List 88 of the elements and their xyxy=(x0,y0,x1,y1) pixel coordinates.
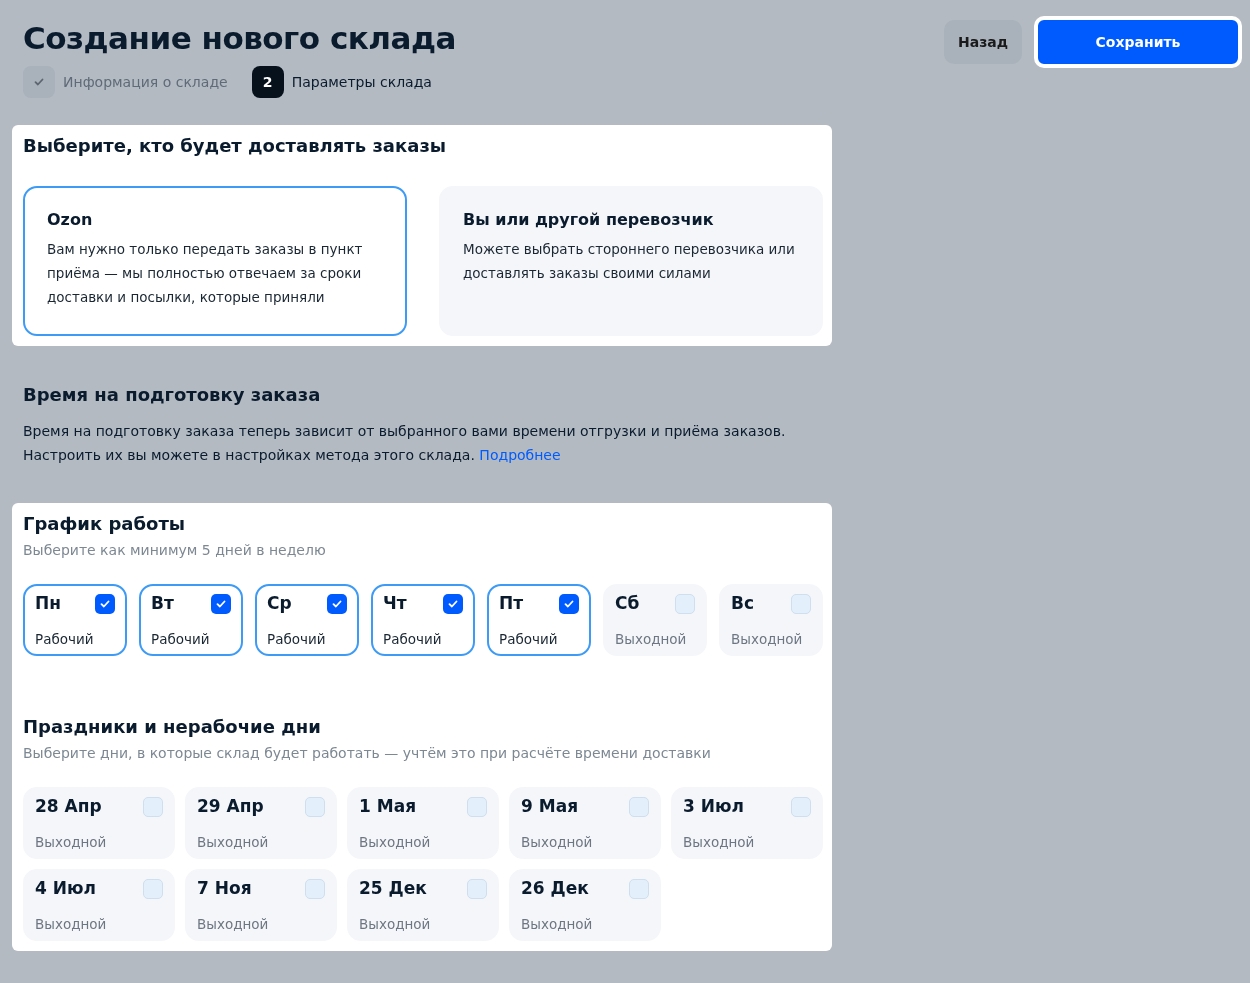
day-status: Рабочий xyxy=(383,631,442,647)
day-status: Выходной xyxy=(521,916,593,932)
checkbox[interactable] xyxy=(95,594,115,614)
section-title: Праздники и нерабочие дни xyxy=(23,716,322,737)
day-status: Рабочий xyxy=(267,631,326,647)
day-name: Пт xyxy=(499,593,524,613)
day-card[interactable]: Чт Рабочий xyxy=(371,584,475,656)
option-description: Можете выбрать стороннего перевозчика или доставлять заказы своими силами xyxy=(463,240,796,283)
day-card[interactable]: 29 Апр Выходной xyxy=(185,787,337,859)
checkbox[interactable] xyxy=(143,879,163,899)
check-icon xyxy=(215,598,227,610)
day-status: Выходной xyxy=(731,631,803,647)
delivery-option[interactable]: Вы или другой перевозчик Можете выбрать стороннего перевозчика или доставлять заказы своими силами xyxy=(439,186,823,336)
section-text: Время на подготовку заказа теперь зависит от выбранного вами времени отгрузки и приёма заказов. Настроить их вы можете в настройках метода этого склада. Подробнее xyxy=(23,422,787,465)
day-card[interactable]: Пн Рабочий xyxy=(23,584,127,656)
checkbox[interactable] xyxy=(629,879,649,899)
step-marker: 2 xyxy=(251,66,284,98)
day-card[interactable]: 25 Дек Выходной xyxy=(347,869,499,941)
checkbox[interactable] xyxy=(305,879,325,899)
day-name: Пн xyxy=(35,593,61,613)
checkbox[interactable] xyxy=(629,797,649,817)
day-status: Выходной xyxy=(521,834,593,850)
day-name: Вт xyxy=(151,593,174,613)
day-status: Выходной xyxy=(615,631,687,647)
option-title: Ozon xyxy=(47,210,94,229)
day-status: Выходной xyxy=(197,834,269,850)
check-icon xyxy=(447,598,459,610)
day-card[interactable]: Сб Выходной xyxy=(603,584,707,656)
day-status: Выходной xyxy=(359,834,431,850)
section-title: График работы xyxy=(23,513,187,534)
save-button[interactable]: Сохранить xyxy=(1034,16,1242,68)
day-card[interactable]: Вт Рабочий xyxy=(139,584,243,656)
day-name: 9 Мая xyxy=(521,796,579,816)
checkbox[interactable] xyxy=(305,797,325,817)
day-status: Рабочий xyxy=(35,631,94,647)
back-button[interactable]: Назад xyxy=(944,20,1022,64)
day-name: Чт xyxy=(383,593,407,613)
checkbox[interactable] xyxy=(467,879,487,899)
day-card[interactable]: Вс Выходной xyxy=(719,584,823,656)
day-card[interactable]: 7 Ноя Выходной xyxy=(185,869,337,941)
checkbox[interactable] xyxy=(443,594,463,614)
delivery-option[interactable]: Ozon Вам нужно только передать заказы в пункт приёма — мы полностью отвечаем за сроки доставки и посылки, которые приняли xyxy=(23,186,407,336)
day-name: 26 Дек xyxy=(521,878,589,898)
checkbox[interactable] xyxy=(143,797,163,817)
day-card[interactable]: Пт Рабочий xyxy=(487,584,591,656)
day-status: Рабочий xyxy=(499,631,558,647)
day-card[interactable]: 1 Мая Выходной xyxy=(347,787,499,859)
option-title: Вы или другой перевозчик xyxy=(463,210,715,229)
page-title: Создание нового склада xyxy=(23,20,456,56)
day-status: Выходной xyxy=(197,916,269,932)
checkbox[interactable] xyxy=(211,594,231,614)
day-status: Выходной xyxy=(683,834,755,850)
section-title: Время на подготовку заказа xyxy=(23,384,322,405)
day-card[interactable]: 9 Мая Выходной xyxy=(509,787,661,859)
checkbox[interactable] xyxy=(675,594,695,614)
option-description: Вам нужно только передать заказы в пункт приёма — мы полностью отвечаем за сроки доставки и посылки, которые приняли xyxy=(47,240,364,307)
day-name: Сб xyxy=(615,593,640,613)
check-icon xyxy=(563,598,575,610)
day-name: 3 Июл xyxy=(683,796,744,816)
checkbox[interactable] xyxy=(467,797,487,817)
day-status: Выходной xyxy=(35,916,107,932)
day-card[interactable]: Ср Рабочий xyxy=(255,584,359,656)
check-icon xyxy=(99,598,111,610)
day-name: 28 Апр xyxy=(35,796,102,816)
checkbox[interactable] xyxy=(791,797,811,817)
day-card[interactable]: 4 Июл Выходной xyxy=(23,869,175,941)
day-name: 1 Мая xyxy=(359,796,417,816)
day-status: Рабочий xyxy=(151,631,210,647)
day-card[interactable]: 3 Июл Выходной xyxy=(671,787,823,859)
day-name: Вс xyxy=(731,593,755,613)
day-name: 7 Ноя xyxy=(197,878,252,898)
checkbox[interactable] xyxy=(791,594,811,614)
step-label[interactable]: Параметры склада xyxy=(291,74,432,90)
section-hint: Выберите дни, в которые склад будет работать — учтём это при расчёте времени доставки xyxy=(23,745,712,761)
checkbox[interactable] xyxy=(327,594,347,614)
day-status: Выходной xyxy=(35,834,107,850)
section-title: Выберите, кто будет доставлять заказы xyxy=(23,135,448,156)
day-card[interactable]: 26 Дек Выходной xyxy=(509,869,661,941)
day-name: Ср xyxy=(267,593,292,613)
day-name: 4 Июл xyxy=(35,878,96,898)
day-name: 25 Дек xyxy=(359,878,427,898)
checkbox[interactable] xyxy=(559,594,579,614)
day-name: 29 Апр xyxy=(197,796,264,816)
check-icon xyxy=(33,76,45,88)
section-hint: Выберите как минимум 5 дней в неделю xyxy=(23,542,327,558)
check-icon xyxy=(331,598,343,610)
day-status: Выходной xyxy=(359,916,431,932)
day-card[interactable]: 28 Апр Выходной xyxy=(23,787,175,859)
